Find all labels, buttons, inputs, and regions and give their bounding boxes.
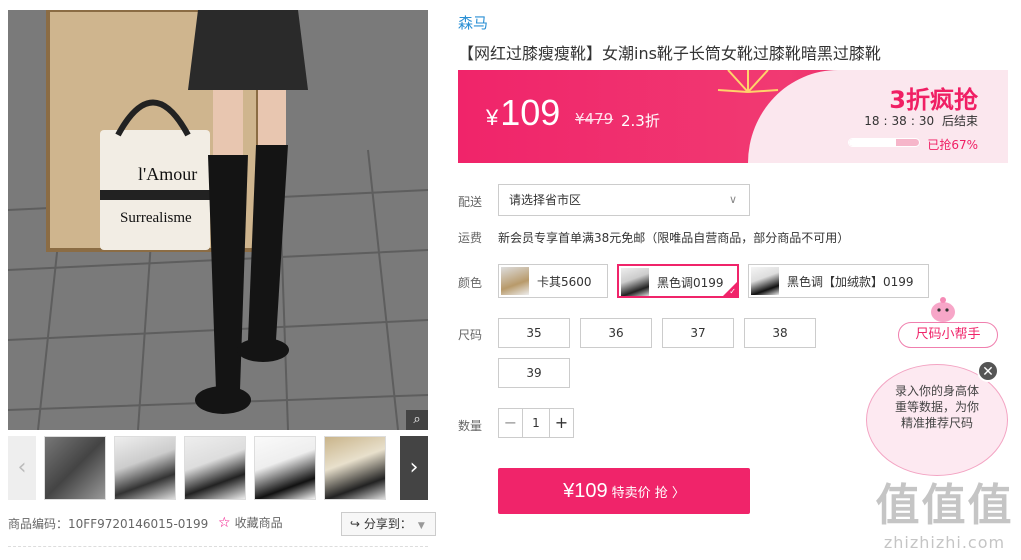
sold-progress-text: 已抢67% <box>927 138 978 152</box>
thumbnail-prev-arrow-icon[interactable]: ‹ <box>8 436 36 500</box>
promo-title: 3折疯抢 <box>889 86 978 114</box>
size-option-37[interactable]: 37 <box>662 318 734 348</box>
tooltip-line: 重等数据，为你 <box>894 400 979 414</box>
buy-button-price: ¥109 <box>563 480 608 502</box>
size-label: 尺码 <box>458 328 483 342</box>
divider <box>8 546 428 547</box>
close-icon[interactable]: ✕ <box>977 360 999 382</box>
watermark-text: 值值值 <box>875 480 1014 531</box>
size-option-39[interactable]: 39 <box>498 358 570 388</box>
thumbnail-strip: ‹ › <box>8 436 428 500</box>
tooltip-line: 录入你的身高体 <box>894 384 979 398</box>
product-photo-illustration: l'Amour Surrealisme <box>8 10 428 430</box>
thumbnail-2[interactable] <box>114 436 176 500</box>
buy-button[interactable]: ¥109 特卖价 抢 〉 <box>498 468 750 514</box>
quantity-minus-button[interactable]: − <box>499 409 523 437</box>
product-title: 【网红过膝瘦瘦靴】女潮ins靴子长筒女靴过膝靴暗黑过膝靴 <box>458 44 881 63</box>
chevron-down-icon: ∨ <box>728 193 737 206</box>
mascot-icon <box>931 297 955 322</box>
discount-rate: 2.3折 <box>621 112 660 130</box>
share-icon: ↪ <box>350 517 361 531</box>
brand-link[interactable]: 森马 <box>458 12 488 33</box>
thumbnail-3[interactable] <box>184 436 246 500</box>
size-option-35[interactable]: 35 <box>498 318 570 348</box>
bag-print-surrealisme: Surrealisme <box>120 210 192 226</box>
thumbnail-5[interactable] <box>324 436 386 500</box>
watermark-url: zhizhizhi.com <box>883 533 1006 552</box>
color-option-label: 卡其5600 <box>537 275 592 289</box>
product-code: 商品编码：10FF9720146015-0199 <box>8 515 208 532</box>
region-select[interactable]: 请选择省市区 ∨ <box>498 184 750 216</box>
color-option-khaki[interactable]: 卡其5600 <box>498 264 608 298</box>
star-icon: ☆ <box>218 515 231 531</box>
share-dropdown[interactable]: ↪ 分享到： ▼ <box>341 512 436 536</box>
share-label: 分享到： <box>363 517 412 531</box>
color-swatch <box>751 267 779 295</box>
size-helper-button[interactable]: 尺码小帮手 <box>898 322 998 348</box>
color-option-label: 黑色调0199 <box>657 276 724 290</box>
original-price: ¥479 <box>575 110 614 128</box>
delivery-label: 配送 <box>458 195 483 209</box>
color-option-black[interactable]: 黑色调0199 ✓ <box>617 264 739 298</box>
quantity-label: 数量 <box>458 419 483 433</box>
color-swatch <box>621 268 649 296</box>
firework-decoration-icon <box>717 70 779 93</box>
region-select-placeholder: 请选择省市区 <box>509 193 582 207</box>
buy-button-label: 特卖价 抢 〉 <box>611 486 685 501</box>
thumbnail-4[interactable] <box>254 436 316 500</box>
current-price: ¥109 <box>486 92 561 133</box>
watermark-logo: 值值值 zhizhizhi.com <box>872 478 1017 558</box>
size-option-36[interactable]: 36 <box>580 318 652 348</box>
sold-progress-bar <box>848 138 920 147</box>
bag-print-amour: l'Amour <box>138 164 197 184</box>
zoom-icon[interactable]: ⌕ <box>406 410 428 430</box>
shipping-label: 运费 <box>458 231 483 245</box>
product-code-label: 商品编码： <box>8 517 69 531</box>
thumbnail-next-arrow-icon[interactable]: › <box>400 436 428 500</box>
color-option-label: 黑色调【加绒款】0199 <box>787 275 914 289</box>
caret-down-icon: ▼ <box>417 521 425 531</box>
product-code-value: 10FF9720146015-0199 <box>68 517 209 531</box>
countdown-timer: 18:38:30 后结束 <box>864 114 978 128</box>
favorite-button[interactable]: ☆ 收藏商品 <box>218 514 283 531</box>
color-label: 颜色 <box>458 276 483 290</box>
color-swatch <box>501 267 529 295</box>
size-option-38[interactable]: 38 <box>744 318 816 348</box>
thumbnail-1[interactable] <box>44 436 106 500</box>
price-banner: ¥109 ¥479 2.3折 3折疯抢 18:38:30 后结束 已抢67% <box>458 70 1008 163</box>
product-meta-row: 商品编码：10FF9720146015-0199 ☆ 收藏商品 ↪ 分享到： ▼ <box>8 512 436 536</box>
quantity-stepper: − 1 + <box>498 408 574 438</box>
shipping-info: 新会员专享首单满38元免邮（限唯品自营商品，部分商品不可用） <box>498 231 850 245</box>
favorite-label: 收藏商品 <box>234 516 283 530</box>
main-product-image[interactable]: l'Amour Surrealisme ⌕ <box>8 10 428 430</box>
tooltip-line: 精准推荐尺码 <box>900 416 973 430</box>
quantity-plus-button[interactable]: + <box>549 409 573 437</box>
check-icon: ✓ <box>729 287 736 296</box>
color-option-black-fleece[interactable]: 黑色调【加绒款】0199 <box>748 264 929 298</box>
sold-progress-fill <box>849 139 896 146</box>
quantity-input[interactable]: 1 <box>523 409 549 437</box>
